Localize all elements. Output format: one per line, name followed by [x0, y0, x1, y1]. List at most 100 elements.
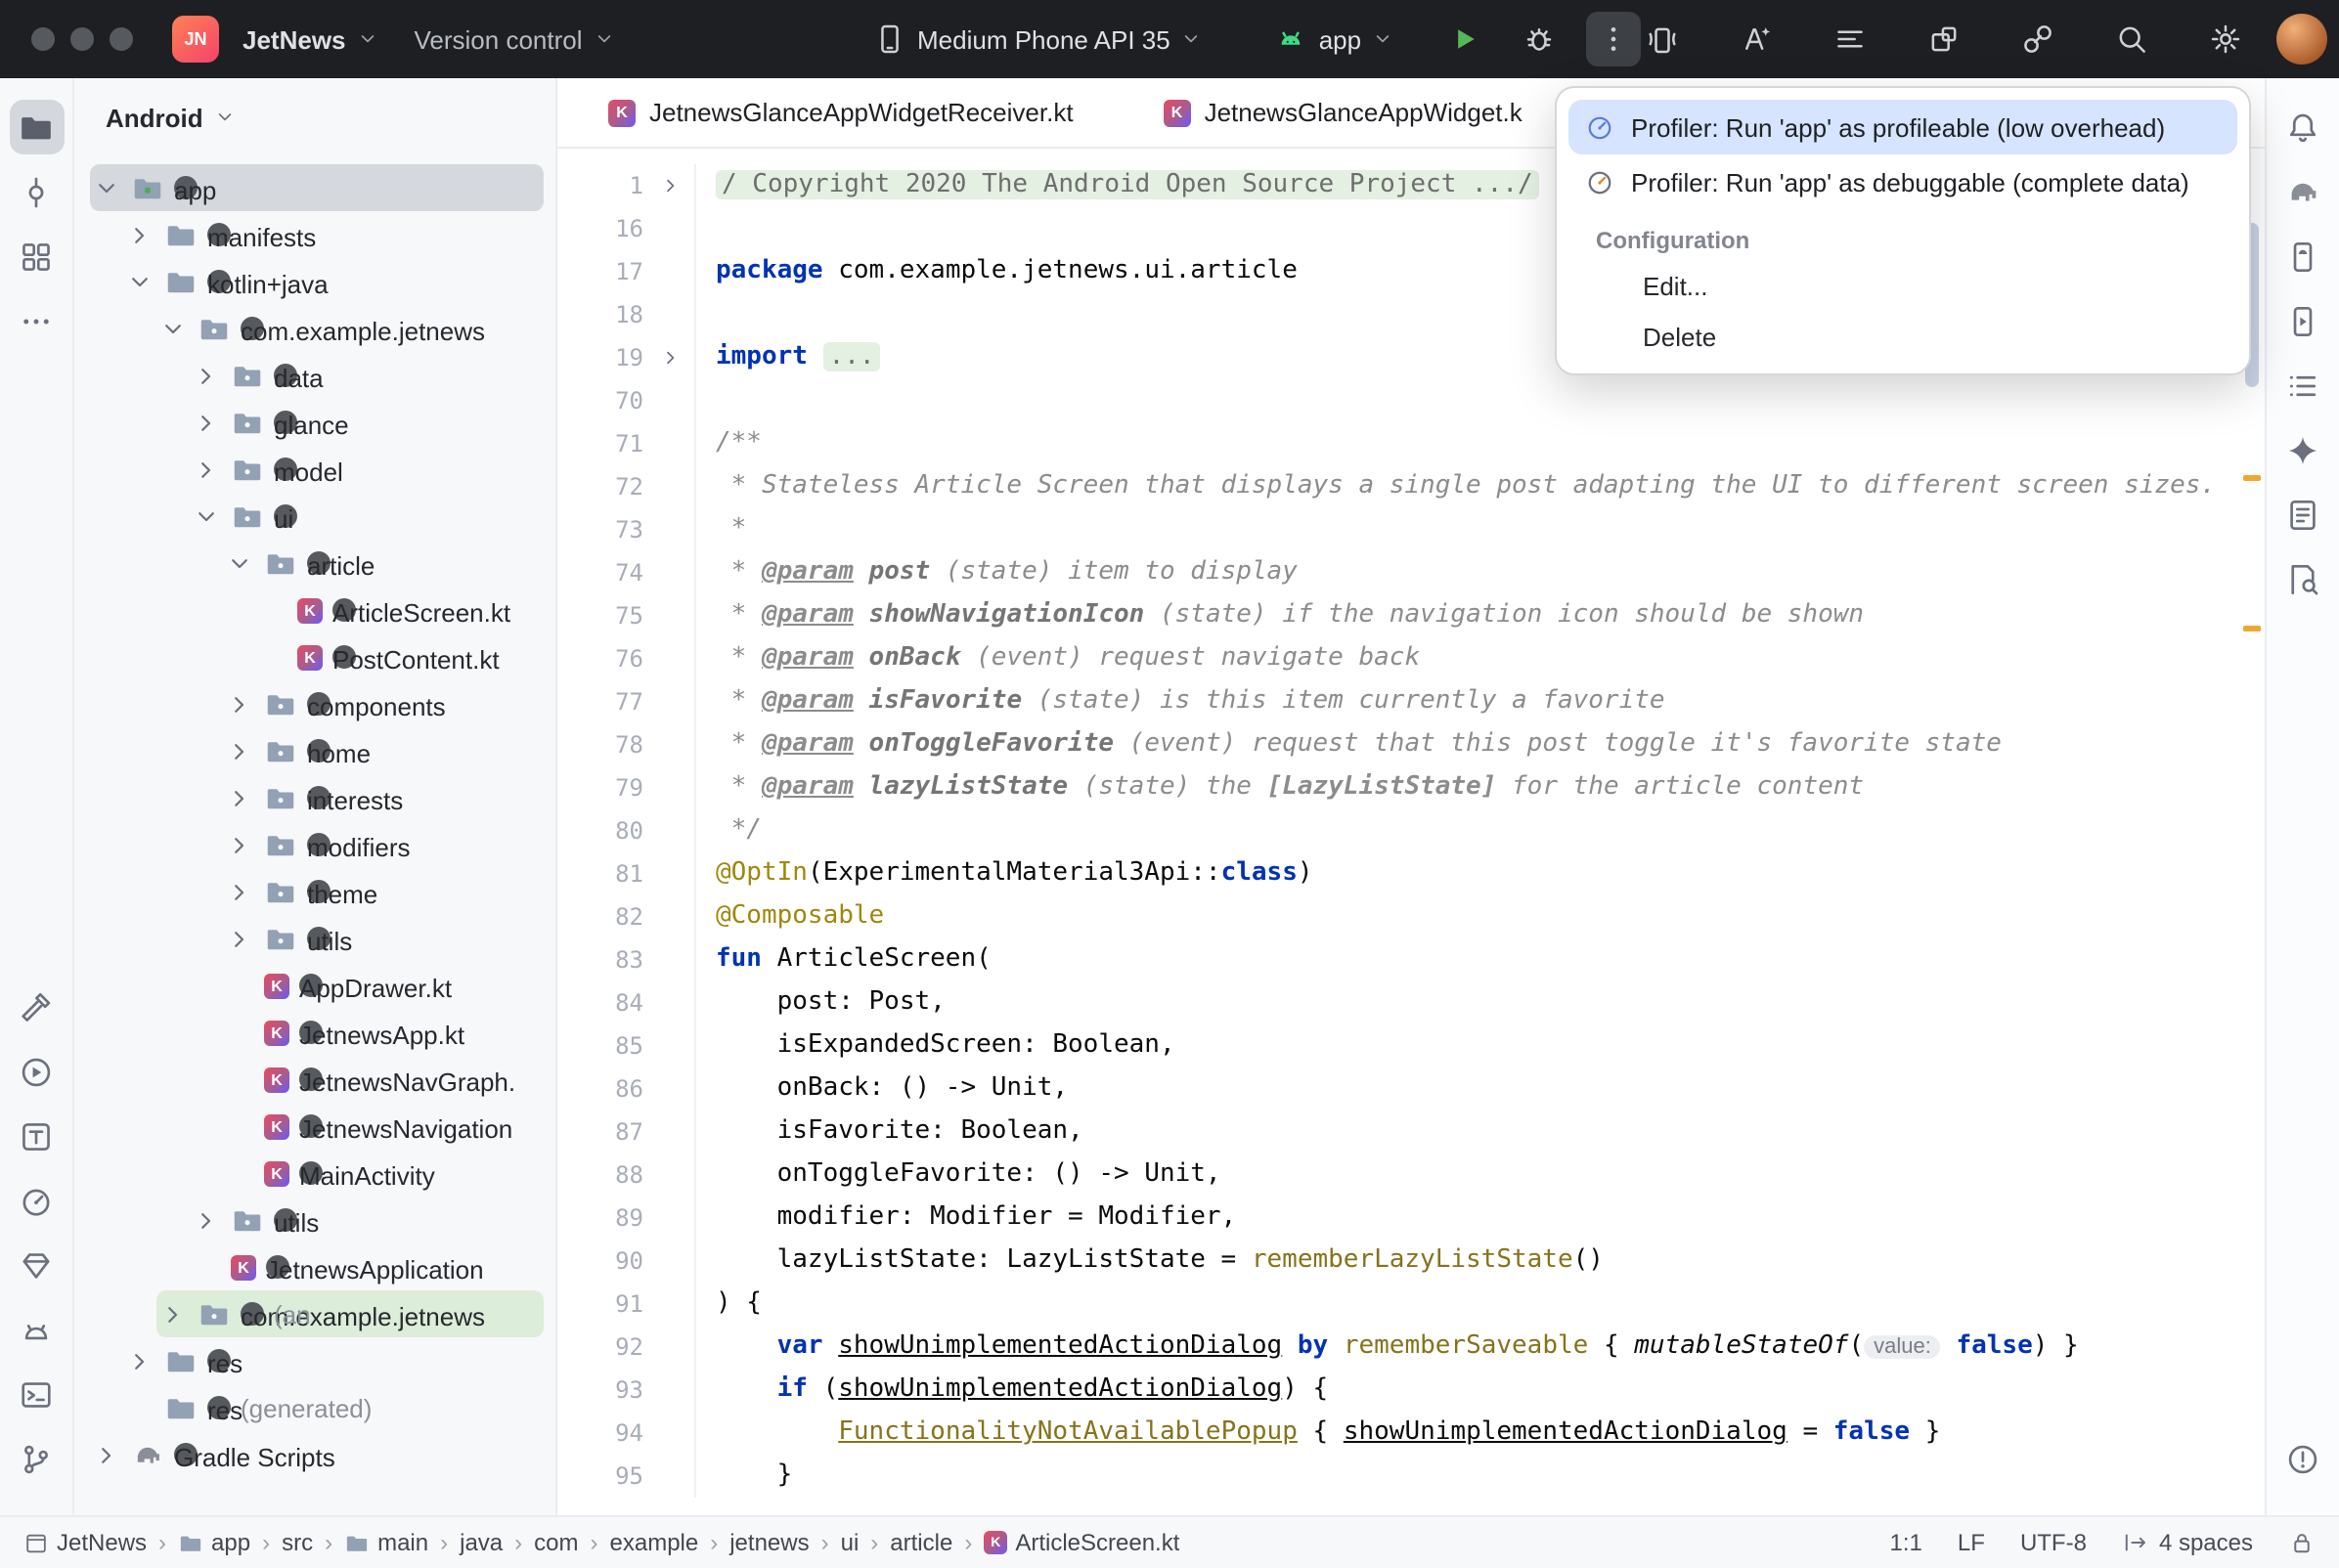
- tree-item-appdrawer-kt[interactable]: K AppDrawer.kt: [74, 962, 555, 1009]
- tree-item-mainactivity[interactable]: K MainActivity: [74, 1150, 555, 1197]
- code-line[interactable]: post: Post,: [694, 981, 946, 1024]
- code-line[interactable]: * @param isFavorite (state) is this item…: [694, 680, 1665, 723]
- tree-item-interests[interactable]: interests: [74, 774, 555, 821]
- code-line[interactable]: [694, 207, 731, 250]
- code-line[interactable]: FunctionalityNotAvailablePopup { showUni…: [694, 1412, 1940, 1455]
- device-streaming-button[interactable]: [1635, 12, 1690, 66]
- ai-actions-button[interactable]: [1729, 12, 1784, 66]
- encoding-widget[interactable]: UTF-8: [2020, 1529, 2087, 1556]
- breadcrumb-item-src[interactable]: src: [282, 1529, 313, 1556]
- code-line[interactable]: fun ArticleScreen(: [694, 938, 992, 981]
- chevron-right-icon[interactable]: [158, 1299, 188, 1328]
- todo-button[interactable]: [9, 1109, 64, 1163]
- code-line[interactable]: * @param onBack (event) request navigate…: [694, 637, 1420, 680]
- code-line[interactable]: * @param lazyListState (state) the [Lazy…: [694, 766, 1864, 809]
- code-line[interactable]: import ...: [694, 336, 881, 379]
- problems-button[interactable]: [2275, 1431, 2330, 1486]
- breadcrumb-item-com[interactable]: com: [534, 1529, 578, 1556]
- code-line[interactable]: isExpandedScreen: Boolean,: [694, 1024, 1175, 1067]
- traffic-light-minimize[interactable]: [70, 27, 94, 51]
- chevron-down-icon[interactable]: [225, 548, 254, 578]
- line-ending-widget[interactable]: LF: [1958, 1529, 1985, 1556]
- structure-button[interactable]: [9, 229, 64, 283]
- chevron-right-icon[interactable]: [192, 408, 221, 437]
- code-line[interactable]: package com.example.jetnews.ui.article: [694, 250, 1298, 293]
- search-button[interactable]: [2104, 12, 2159, 66]
- code-line[interactable]: }: [694, 1455, 792, 1498]
- editor-tab-jetnewsglanceappwidgetreceiver-kt[interactable]: KJetnewsGlanceAppWidgetReceiver.kt: [608, 98, 1074, 127]
- chevron-down-icon[interactable]: [192, 501, 221, 531]
- code-line[interactable]: if (showUnimplementedActionDialog) {: [694, 1369, 1328, 1412]
- readonly-toggle[interactable]: [2288, 1529, 2316, 1556]
- logcat-button[interactable]: [9, 1302, 64, 1357]
- chevron-right-icon[interactable]: [192, 455, 221, 484]
- fold-arrow-icon[interactable]: [647, 336, 694, 379]
- tree-item-data[interactable]: data: [74, 352, 555, 399]
- breadcrumb-item-articlescreen-kt[interactable]: KArticleScreen.kt: [984, 1529, 1179, 1556]
- code-line[interactable]: ) {: [694, 1283, 762, 1326]
- notifications-button[interactable]: [2275, 100, 2330, 154]
- gemini-button[interactable]: [2275, 422, 2330, 477]
- caret-position-widget[interactable]: 1:1: [1890, 1529, 1922, 1556]
- run-button[interactable]: [1437, 12, 1492, 66]
- breadcrumb-item-ui[interactable]: ui: [841, 1529, 860, 1556]
- view-options-button[interactable]: [1823, 12, 1877, 66]
- tree-item-app[interactable]: app: [74, 164, 555, 211]
- chevron-down-icon[interactable]: [125, 267, 154, 296]
- code-line[interactable]: / Copyright 2020 The Android Open Source…: [694, 164, 1539, 207]
- tree-item-manifests[interactable]: manifests: [74, 211, 555, 258]
- code-line[interactable]: * @param post (state) item to display: [694, 551, 1298, 594]
- fold-arrow-icon[interactable]: [647, 164, 694, 207]
- tree-item-res[interactable]: res (generated): [74, 1384, 555, 1431]
- code-line[interactable]: onToggleFavorite: () -> Unit,: [694, 1154, 1221, 1197]
- tree-item-jetnewsnavgraph[interactable]: K JetnewsNavGraph.: [74, 1056, 555, 1103]
- version-control-button[interactable]: [9, 1431, 64, 1486]
- chevron-right-icon[interactable]: [225, 689, 254, 719]
- menu-item-profiler-run-app-as-profileable-low-overhead[interactable]: Profiler: Run 'app' as profileable (low …: [1568, 100, 2237, 154]
- tree-item-com-example-jetnews[interactable]: com.example.jetnews: [74, 305, 555, 352]
- code-line[interactable]: @OptIn(ExperimentalMaterial3Api::class): [694, 852, 1313, 895]
- error-stripe-mark[interactable]: [2243, 626, 2261, 632]
- terminal-button[interactable]: [9, 1367, 64, 1421]
- code-with-me-button[interactable]: [2010, 12, 2065, 66]
- chevron-right-icon[interactable]: [125, 220, 154, 249]
- menu-item-profiler-run-app-as-debuggable-complete-data[interactable]: Profiler: Run 'app' as debuggable (compl…: [1568, 154, 2237, 209]
- editor-tab-jetnewsglanceappwidget-k[interactable]: KJetnewsGlanceAppWidget.k: [1164, 98, 1523, 127]
- chevron-down-icon[interactable]: [158, 314, 188, 343]
- build-button[interactable]: [9, 980, 64, 1034]
- chevron-right-icon[interactable]: [225, 783, 254, 812]
- code-line[interactable]: var showUnimplementedActionDialog by rem…: [694, 1326, 2079, 1369]
- error-stripe-mark[interactable]: [2243, 475, 2261, 481]
- menu-item-edit[interactable]: Edit...: [1568, 260, 2237, 311]
- tree-item-glance[interactable]: glance: [74, 399, 555, 446]
- commit-button[interactable]: [9, 164, 64, 219]
- chevron-right-icon[interactable]: [192, 361, 221, 390]
- tree-item-res[interactable]: res: [74, 1337, 555, 1384]
- indent-widget[interactable]: 4 spaces: [2122, 1529, 2253, 1556]
- tree-item-model[interactable]: model: [74, 446, 555, 493]
- code-line[interactable]: * @param showNavigationIcon (state) if t…: [694, 594, 1864, 637]
- tree-item-postcontent-kt[interactable]: K PostContent.kt: [74, 633, 555, 680]
- more-button[interactable]: [9, 293, 64, 348]
- run-button[interactable]: [9, 1044, 64, 1099]
- breadcrumb-item-jetnews[interactable]: JetNews: [23, 1529, 147, 1556]
- tree-item-utils[interactable]: utils: [74, 1197, 555, 1243]
- debug-button[interactable]: [1512, 12, 1567, 66]
- code-line[interactable]: */: [694, 809, 762, 852]
- chevron-right-icon[interactable]: [92, 1440, 121, 1469]
- tree-item-kotlin-java[interactable]: kotlin+java: [74, 258, 555, 305]
- resource-manager-button[interactable]: [9, 1238, 64, 1292]
- run-config-button[interactable]: app: [1274, 22, 1394, 57]
- code-line[interactable]: [694, 379, 731, 422]
- chevron-right-icon[interactable]: [125, 1346, 154, 1375]
- project-folder-button[interactable]: [9, 100, 64, 154]
- project-view-selector[interactable]: Android: [106, 103, 203, 132]
- tree-item-articlescreen-kt[interactable]: K ArticleScreen.kt: [74, 587, 555, 633]
- breadcrumb-item-app[interactable]: app: [178, 1529, 250, 1556]
- breadcrumb-item-article[interactable]: article: [890, 1529, 952, 1556]
- breadcrumb-item-jetnews[interactable]: jetnews: [729, 1529, 809, 1556]
- tree-item-home[interactable]: home: [74, 727, 555, 774]
- tree-item-utils[interactable]: utils: [74, 915, 555, 962]
- code-line[interactable]: @Composable: [694, 895, 884, 938]
- tree-item-theme[interactable]: theme: [74, 868, 555, 915]
